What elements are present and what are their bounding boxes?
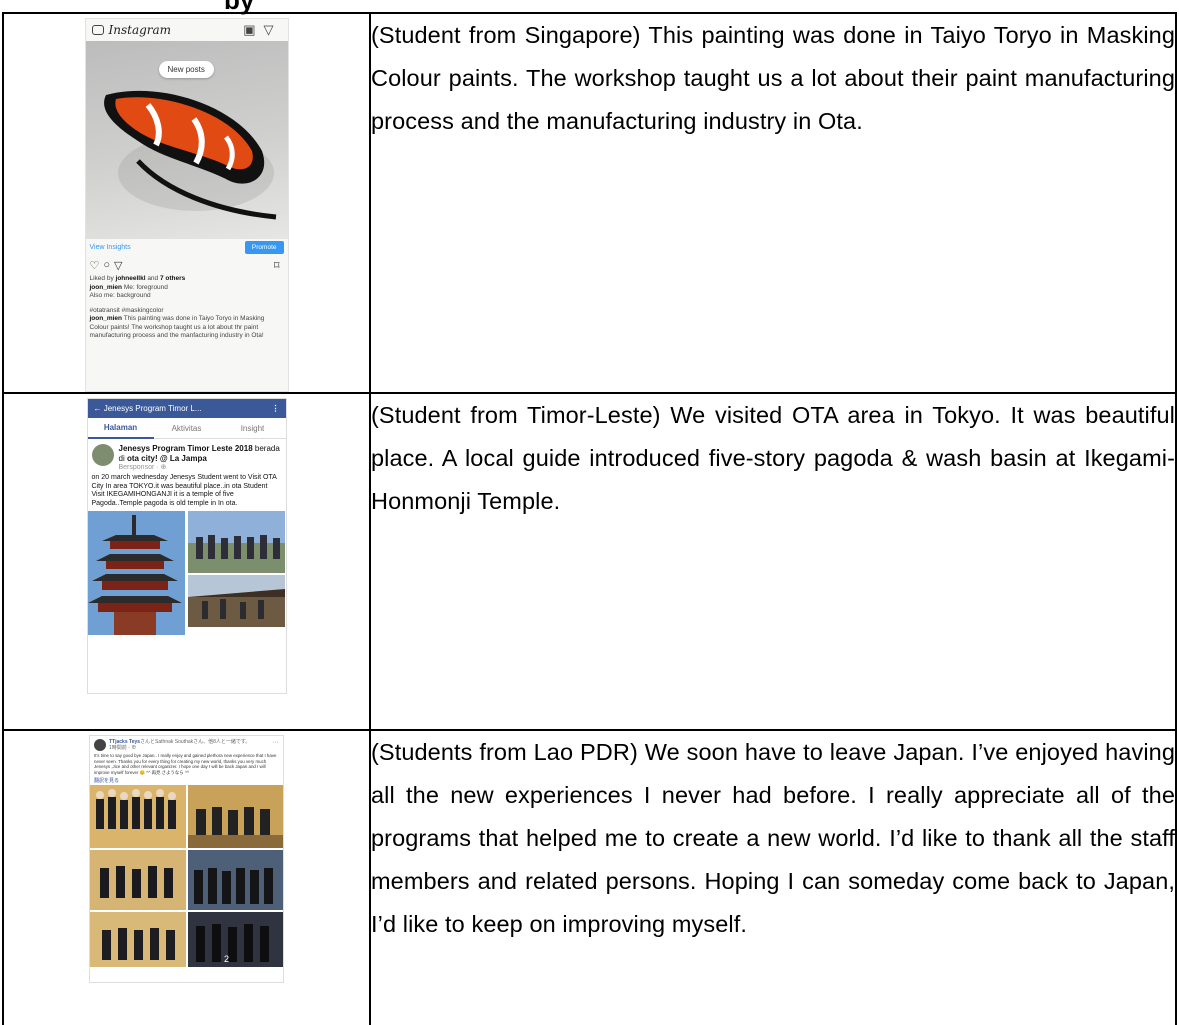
post-photo: New posts (85, 41, 288, 239)
heart-icon: ♡ (89, 259, 104, 272)
group-photo (188, 785, 283, 849)
new-posts-pill: New posts (158, 61, 214, 78)
student-comment-timor-leste: (Student from Timor-Leste) We visited OT… (371, 402, 1175, 514)
pagoda-photo (87, 511, 185, 636)
table-row: TTjacks TeysさんとSathnak Southakさん、他8人と一緒で… (2, 729, 1177, 1025)
facebook-screenshot-cell: ← Jenesys Program Timor L... ⋮ Halaman A… (2, 392, 371, 731)
app-title: Instagram (108, 23, 172, 37)
post-body: It's time to say good bye Japan.. I real… (94, 753, 277, 775)
facebook-header: ← Jenesys Program Timor L... ⋮ (87, 399, 286, 418)
comment-line: Also me: background (89, 292, 151, 299)
instagram-screenshot: Instagram ▣▽ New posts View Insights Pro… (84, 18, 289, 392)
post-photos (87, 511, 286, 636)
table-row: ← Jenesys Program Timor L... ⋮ Halaman A… (2, 392, 1177, 731)
temple-photo (187, 575, 285, 628)
page-tabs: Halaman Aktivitas Insight (87, 418, 286, 439)
tab-halaman: Halaman (87, 418, 154, 439)
group-photo (187, 511, 285, 574)
more-icon: ··· (272, 739, 279, 746)
sponsored-label: Bersponsor · ⊕ (118, 464, 167, 471)
post-header: TTjacks TeysさんとSathnak Southakさん、他8人と一緒で… (90, 736, 283, 751)
avatar (91, 444, 114, 466)
likes-line: Liked by johneellkl and 7 others (89, 275, 186, 282)
post-body: on 20 march wednesday Jenesys Student we… (91, 474, 277, 507)
tab-insight: Insight (240, 423, 265, 433)
insights-bar: View Insights Promote (86, 239, 288, 255)
caption-line: joon_mien This painting was done in Taiy… (89, 315, 265, 339)
instagram-screenshot-cell: Instagram ▣▽ New posts View Insights Pro… (2, 12, 371, 394)
timor-leste-text-cell: (Student from Timor-Leste) We visited OT… (369, 392, 1177, 731)
bookmark-icon: ⌑ (273, 259, 284, 272)
student-posts-table: Instagram ▣▽ New posts View Insights Pro… (2, 12, 1177, 1025)
camera-icon (91, 25, 104, 35)
post-time: 1時間前 · ⊕ (109, 745, 137, 751)
group-photo (90, 912, 186, 968)
student-comment-singapore: (Student from Singapore) This painting w… (371, 22, 1175, 134)
comment-icon: ○ (103, 259, 115, 271)
avatar (94, 739, 106, 751)
post-actions: ♡ ○ ▽ ⌑ (86, 255, 288, 275)
share-icon: ▽ (114, 259, 127, 272)
group-photo (90, 850, 186, 911)
tab-aktivitas: Aktivitas (171, 423, 202, 433)
group-photo (188, 850, 283, 911)
post-photos: 2 (90, 785, 283, 968)
lao-screenshot-cell: TTjacks TeysさんとSathnak Southakさん、他8人と一緒で… (2, 729, 371, 1025)
comment-line: joon_mien Me: foreground (89, 283, 168, 291)
lao-text-cell: (Students from Lao PDR) We soon have to … (369, 729, 1177, 1025)
facebook-post-screenshot: TTjacks TeysさんとSathnak Southakさん、他8人と一緒で… (89, 735, 284, 983)
post-header: Jenesys Program Timor Leste 2018 berada … (88, 439, 286, 471)
instagram-header: Instagram ▣▽ (86, 19, 288, 41)
direct-icon: ▣▽ (243, 22, 282, 37)
singapore-text-cell: (Student from Singapore) This painting w… (369, 12, 1177, 394)
group-photo: 2 (188, 912, 283, 968)
promote-button: Promote (244, 240, 284, 254)
post-author: Jenesys Program Timor Leste 2018 berada … (118, 444, 280, 463)
student-comment-lao: (Students from Lao PDR) We soon have to … (371, 739, 1175, 937)
table-row: Instagram ▣▽ New posts View Insights Pro… (2, 12, 1177, 394)
view-insights-link: View Insights (89, 243, 131, 251)
group-photo (90, 785, 186, 849)
facebook-screenshot: ← Jenesys Program Timor L... ⋮ Halaman A… (86, 398, 287, 694)
page-number: 2 (224, 954, 229, 964)
more-icon: ⋮ (271, 404, 280, 413)
see-translation-link: 翻訳を見る (94, 778, 120, 785)
hashtags: #otatransit #maskingcolor (89, 306, 164, 314)
